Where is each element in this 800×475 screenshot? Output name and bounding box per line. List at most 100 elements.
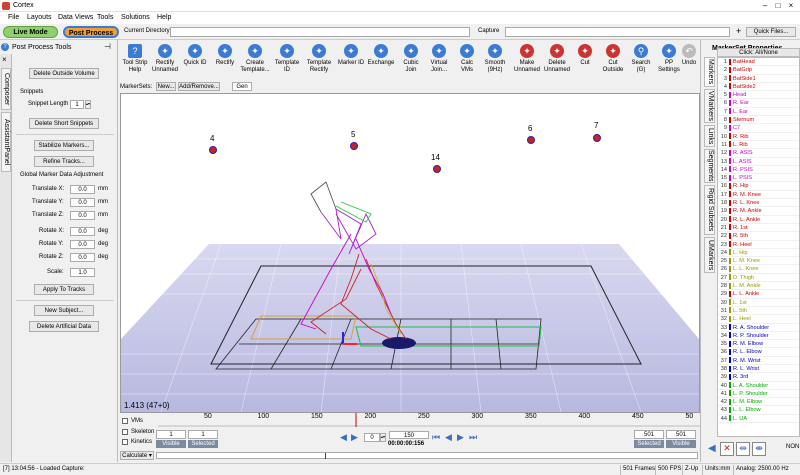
step-spinner[interactable]: ▴▾ [380,433,386,442]
menu-file[interactable]: File [8,14,19,21]
list-item[interactable]: 22 R. 5th [718,232,799,241]
tab-composer[interactable]: Composer [1,68,11,110]
menu-tools[interactable]: Tools [97,14,113,21]
list-item[interactable]: 16 R. Hip [718,182,799,191]
list-item[interactable]: 19 R. M. Ankle [718,207,799,216]
live-mode-button[interactable]: Live Mode [3,26,58,38]
marker-4[interactable] [209,146,217,154]
tool-quick-id-button[interactable]: ✦ Quick ID [180,44,210,67]
translate-z-input[interactable]: 0.0 [70,211,95,220]
markerset-name-tab[interactable]: Gen [232,82,252,91]
list-item[interactable]: 10 R. Rib [718,133,799,141]
list-item[interactable]: 43 L. L. Elbow [718,406,799,415]
marker-5[interactable] [350,142,358,150]
close-icon[interactable]: × [786,1,796,11]
selected-start-frame-input[interactable]: 1 [188,430,218,439]
list-item[interactable]: 21 R. 1st [718,224,799,233]
marker-7[interactable] [593,134,601,142]
step-forward-icon[interactable]: ▶ [457,432,464,443]
post-process-button[interactable]: Post Process [63,26,119,38]
visible-start-frame-input[interactable]: 1 [156,430,186,439]
list-item[interactable]: 14 R. PSIS [718,166,799,175]
skeleton-checkbox[interactable] [122,429,128,435]
list-item[interactable]: 35 R. M. Elbow [718,340,799,349]
frame-scrollbar[interactable] [156,452,698,459]
list-item[interactable]: 41 L. P. Shoulder [718,390,799,399]
nav-more-icon[interactable]: NON [786,444,799,450]
tab-umarkers[interactable]: UMarkers [704,237,715,273]
click-all-none-header[interactable]: Click: All/None [717,48,800,57]
translate-x-input[interactable]: 0.0 [70,185,95,194]
list-item[interactable]: 25 L. M. Knee [718,257,799,266]
list-item[interactable]: 11 L. Rib [718,141,799,150]
tool-make-unnamed-button[interactable]: ✦ Make Unnamed [512,44,542,74]
tool-rectify-unnamed-button[interactable]: ✦ Rectify Unnamed [150,44,180,74]
marker-6[interactable] [527,136,535,144]
tool-template-rectify-button[interactable]: ✦ Template Rectify [304,44,334,74]
nav-join-icon[interactable]: ⇼ [752,442,766,456]
delete-artificial-data-button[interactable]: Delete Artificial Data [29,321,99,332]
menu-help[interactable]: Help [157,14,171,21]
list-item[interactable]: 29 L. L. Ankle [718,290,799,299]
tab-rigid-subsets[interactable]: Rigid Subsets [704,185,715,235]
new-subject-button[interactable]: New Subject... [34,305,94,316]
tab-assistant-panel[interactable]: AssistantPanel [1,112,11,172]
play-reverse-icon[interactable]: ◀ [340,432,347,443]
nav-mark-icon[interactable]: ✕ [720,442,734,456]
selected-end-frame-input[interactable]: 501 [634,430,664,439]
list-item[interactable]: 2 BatGrip [718,66,799,75]
menu-data-views[interactable]: Data Views [58,14,93,21]
list-item[interactable]: 18 R. L. Knee [718,199,799,208]
minimize-icon[interactable]: – [760,1,770,11]
list-item[interactable]: 27 D. Thigh [718,274,799,283]
calculate-dropdown[interactable]: Calculate ▾ [120,451,154,460]
list-item[interactable]: 30 L. 1st [718,299,799,307]
list-item[interactable]: 13 L. ASIS [718,158,799,166]
list-item[interactable]: 44 L. UA [718,415,799,424]
tool-virtual-join-button[interactable]: ✦ Virtual Join... [424,44,454,74]
list-item[interactable]: 42 L. M. Elbow [718,398,799,407]
scene-canvas[interactable]: 4 5 6 7 14 1.413 (47+0) [121,94,699,413]
list-item[interactable]: 40 L. A. Shoulder [718,382,799,390]
list-item[interactable]: 23 R. Heel [718,241,799,249]
tab-markers[interactable]: Markers [704,57,715,87]
list-item[interactable]: 8 Sternum [718,116,799,125]
maximize-icon[interactable]: □ [773,1,783,11]
go-to-start-icon[interactable]: ⏮ [432,432,440,443]
tool-cut-button[interactable]: ✦ Cut [570,44,600,67]
list-item[interactable]: 37 R. M. Wrist [718,357,799,365]
rotate-y-input[interactable]: 0.0 [70,240,95,249]
tool-smooth-button[interactable]: ✦ Smooth (9Hz) [480,44,510,74]
add-remove-markerset-button[interactable]: Add/Remove... [178,82,220,91]
list-item[interactable]: 12 R. ASIS [718,149,799,158]
marker-14[interactable] [433,165,441,173]
list-item[interactable]: 6 R. Ear [718,99,799,108]
apply-to-tracks-button[interactable]: Apply To Tracks [34,284,94,295]
list-item[interactable]: 34 R. P. Shoulder [718,332,799,341]
list-item[interactable]: 3 BatSide1 [718,75,799,83]
tool-marker-id-button[interactable]: ✦ Marker ID [336,44,366,67]
list-item[interactable]: 38 R. L. Wrist [718,365,799,374]
visible-end-frame-input[interactable]: 501 [666,430,696,439]
list-item[interactable]: 26 L. L. Knee [718,265,799,274]
tool-template-id-button[interactable]: ✦ Template ID [272,44,302,74]
tool-rectify-button[interactable]: ✦ Rectify [210,44,240,67]
tab-links[interactable]: Links [704,125,715,147]
list-item[interactable]: 9 C7 [718,124,799,133]
marker-points[interactable] [209,134,601,173]
list-item[interactable]: 28 L. M. Ankle [718,282,799,291]
go-to-end-icon[interactable]: ⏭ [469,432,477,443]
tool-search-button[interactable]: ⚲ Search (G) [626,44,656,74]
play-forward-icon[interactable]: ▶ [351,432,358,443]
nav-left-icon[interactable]: ◀ [708,443,716,454]
list-item[interactable]: 31 L. 5th [718,307,799,316]
current-frame-input[interactable]: 150 [389,431,429,439]
delete-short-snippets-button[interactable]: Delete Short Snippets [29,118,99,129]
rotate-z-input[interactable]: 0.0 [70,253,95,262]
list-item[interactable]: 17 R. M. Knee [718,191,799,200]
list-item[interactable]: 7 L. Ear [718,108,799,117]
delete-outside-volume-button[interactable]: Delete Outside Volume [29,68,99,79]
quick-files-button[interactable]: Quick Files... [746,27,796,37]
vms-checkbox[interactable] [122,418,128,424]
3d-viewport[interactable]: 4 5 6 7 14 1.413 (47+0) [120,93,700,413]
